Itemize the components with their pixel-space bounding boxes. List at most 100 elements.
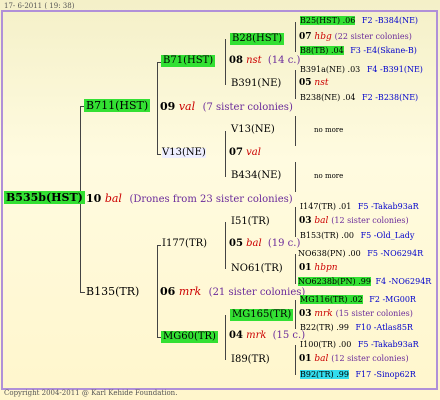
m1a1-note: (22 sister colonies) [334,32,412,41]
m1b2-more: no more [314,172,344,180]
m1b-generation: 07 val [229,148,261,158]
m1-year: 09 [160,100,176,113]
row-12-line: F17 -Sinop62R [355,370,416,379]
m1a-note: (14 c.) [267,55,301,66]
f1a1-note: (12 sister colonies) [331,216,409,225]
m1a-node: B71(HST) [161,55,216,67]
f1a-tick [157,245,161,246]
copyright: Copyright 2004-2011 @ Karl Kehide Founda… [4,389,178,397]
f1a1-vline [295,207,296,237]
f1b-generation: 04 mrk (15 c.) [229,331,305,341]
f1a-breeder: bal [246,238,262,249]
m1b1-more: no more [314,126,344,134]
row-7: NO638(PN) .00 F5 -NO6294R [298,250,423,258]
m1b1-node: V13(NE) [231,124,275,135]
f1b2-note: (12 sister colonies) [331,354,409,363]
row-9-line: F2 -MG00R [369,295,416,304]
f1b1-breeder: mrk [314,309,333,319]
m1b2-vline [295,162,296,192]
m1a-breeder: nst [246,55,262,66]
m1-note: (7 sister colonies) [202,102,293,113]
f1a2-breeder: hbpn [314,263,338,273]
f1a-generation: 05 bal (19 c.) [229,239,300,249]
gen-note: (Drones from 23 sister colonies) [129,194,293,205]
f1a-year: 05 [229,238,243,249]
row-11-code: I100(TR) .00 [300,340,352,349]
row-5: I147(TR) .01 F5 -Takab93aR [300,203,419,211]
row-3: B391a(NE) .03 F4 -B391(NE) [300,66,423,74]
row-8-code: NO6238b(PN) .99 [298,277,371,286]
f1a1-generation: 03 bal (12 sister colonies) [299,217,409,226]
m1b-breeder: val [246,147,261,158]
f1b1-node: MG165(TR) [230,309,294,321]
f1a2-node: NO61(TR) [231,263,283,274]
row-1-line: F2 -B384(NE) [361,16,419,25]
f1-year: 06 [160,285,176,298]
f1b-breeder: mrk [246,330,267,341]
f1-tick [80,292,85,293]
row-8-line: F4 -NO6294R [375,277,432,286]
f1b2-vline [295,345,296,375]
f1a2-year: 01 [299,263,312,273]
row-8: NO6238b(PN) .99 F4 -NO6294R [298,277,432,286]
m1b-vline [225,131,226,177]
m1b2-node: B434(NE) [231,170,282,181]
row-1-code: B25(HST) .06 [300,16,356,25]
f1a1-breeder: bal [314,216,329,226]
m1b-node: V13(NE) [162,147,206,158]
m1a2-node: B391(NE) [231,78,282,89]
f1a-note: (19 c.) [267,238,301,249]
f1b-vline [225,315,226,360]
m1a2-breeder: nst [314,78,329,88]
timestamp: 17- 6-2011 ( 19: 38) [4,2,75,10]
root-generation: 10 bal (Drones from 23 sister colonies) [86,193,293,205]
f1-breeder: mrk [178,285,202,298]
m1a1-breeder: hbg [314,32,332,42]
pedigree-chart: 17- 6-2011 ( 19: 38) B535b(HST) 10 bal (… [0,0,440,400]
m1a1-generation: 07 hbg (22 sister colonies) [299,33,412,42]
m1a2-generation: 05 nst [299,79,328,88]
row-5-code: I147(TR) .01 [300,202,352,211]
row-7-line: F5 -NO6294R [367,249,424,258]
row-7-code: NO638(PN) .00 [298,249,361,258]
row-5-line: F5 -Takab93aR [357,202,419,211]
row-6-code: B153(TR) .00 [300,231,355,240]
f1b2-node: I89(TR) [231,354,270,365]
row-4: B238(NE) .04 F2 -B238(NE) [300,94,418,102]
f1b1-note: (15 sister colonies) [335,309,413,318]
m1-breeder: val [178,100,196,113]
m1a1-year: 07 [299,32,312,42]
row-11: I100(TR) .00 F5 -Takab93aR [300,341,419,349]
m1a1-node: B28(HST) [230,33,285,45]
f1b1-vline [295,300,296,329]
row-12: B92(TR) .99 F17 -Sinop62R [300,370,416,379]
f1b2-year: 01 [299,354,312,364]
f1b2-generation: 01 bal (12 sister colonies) [299,355,409,364]
f1-vline [157,245,158,337]
f1b-node: MG60(TR) [161,331,218,343]
row-1: B25(HST) .06 F2 -B384(NE) [300,16,419,25]
row-6-line: F5 -Old_Lady [360,231,415,240]
f1a-node: I177(TR) [162,238,208,249]
m1-vline [157,62,158,154]
row-9: MG116(TR) .02 F2 -MG00R [300,295,416,304]
f1a1-node: I51(TR) [231,216,270,227]
row-2-code: B8(TB) .04 [300,46,344,55]
gen-year: 10 [86,192,102,205]
m1-node: B711(HST) [84,99,151,112]
row-10: B22(TR) .99 F10 -Atlas85R [300,324,413,332]
f1a-vline [225,222,226,269]
root-node: B535b(HST) [4,191,85,204]
f1-generation: 06 mrk (21 sister colonies) [160,286,305,298]
f1a1-year: 03 [299,216,312,226]
m1a1-vline [295,22,296,52]
row-3-code: B391a(NE) .03 [300,65,361,74]
f1a2-generation: 01 hbpn [299,264,338,273]
row-9-code: MG116(TR) .02 [300,295,363,304]
gen-breeder: bal [104,192,122,205]
f1-note: (21 sister colonies) [208,287,306,298]
row-10-line: F10 -Atlas85R [355,323,413,332]
row-4-line: F2 -B238(NE) [362,93,419,102]
m1b-tick [157,154,161,155]
m1a-generation: 08 nst (14 c.) [229,56,300,66]
